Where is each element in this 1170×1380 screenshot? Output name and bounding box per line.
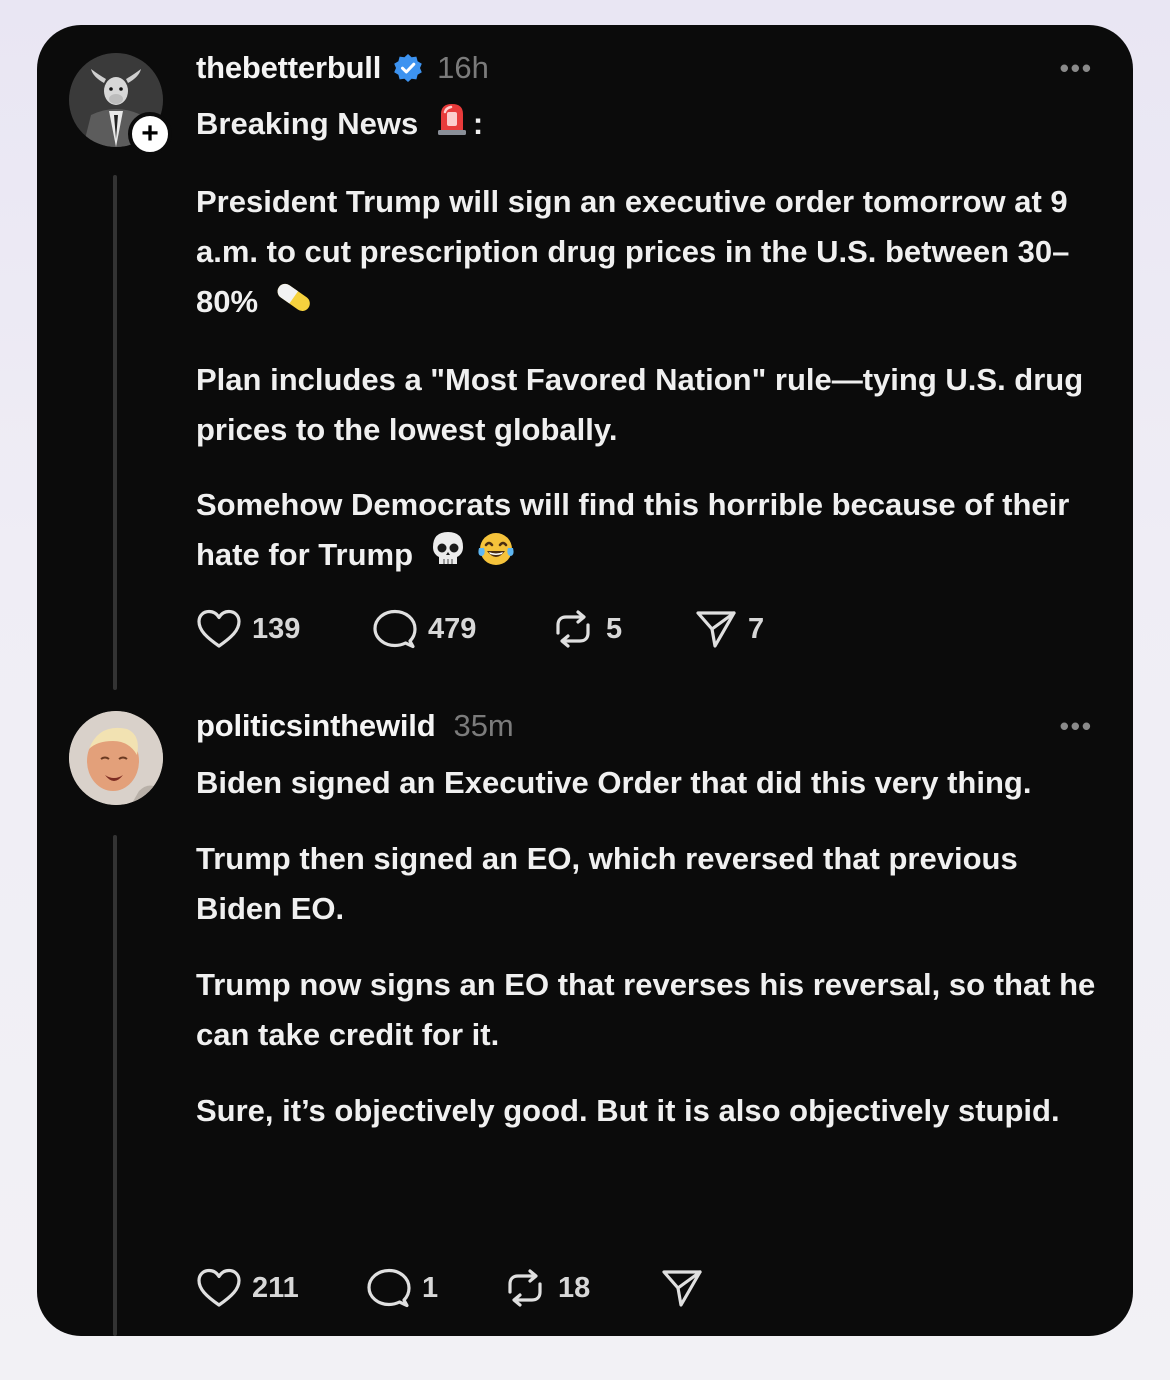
share-button[interactable] <box>660 1267 714 1309</box>
face-photo-avatar-icon <box>69 711 163 805</box>
verified-badge-icon <box>393 53 423 83</box>
send-paper-plane-icon <box>662 1270 702 1307</box>
reply-button[interactable]: 1 <box>366 1267 502 1309</box>
thread-line <box>113 175 117 690</box>
reply-button[interactable]: 479 <box>372 608 550 650</box>
post-actions: 139 479 5 7 <box>196 607 764 651</box>
reply-count: 1 <box>422 1271 439 1304</box>
avatar[interactable] <box>69 711 163 805</box>
repost-count: 5 <box>606 612 623 645</box>
paragraph: Somehow Democrats will find this horribl… <box>196 486 1070 572</box>
paragraph: President Trump will sign an executive o… <box>196 184 1070 320</box>
send-paper-plane-icon <box>696 611 736 648</box>
timestamp: 16h <box>437 50 489 85</box>
thread-card: + thebetterbull 16h ••• Breaking News: … <box>37 25 1133 1336</box>
repost-button[interactable]: 5 <box>550 609 694 649</box>
post-header: politicsinthewild 35m <box>196 704 514 748</box>
paragraph: Trump then signed an EO, which reversed … <box>196 841 1018 926</box>
paragraph: Trump now signs an EO that reverses his … <box>196 967 1096 1052</box>
post-body: Biden signed an Executive Order that did… <box>196 758 1106 1162</box>
reply-bubble-icon <box>373 609 417 649</box>
heading-suffix: : <box>472 106 484 141</box>
tears-of-joy-emoji-icon <box>476 530 516 583</box>
paragraph: Plan includes a "Most Favored Nation" ru… <box>196 361 1084 447</box>
post-heading: Breaking News <box>196 106 419 141</box>
heart-icon <box>197 609 241 648</box>
username[interactable]: politicsinthewild <box>196 708 436 744</box>
username[interactable]: thebetterbull <box>196 50 381 86</box>
timestamp: 35m <box>453 708 514 743</box>
repost-icon <box>508 1269 542 1307</box>
more-options-icon[interactable]: ••• <box>1060 53 1093 84</box>
like-count: 211 <box>252 1271 299 1304</box>
like-button[interactable]: 139 <box>196 609 372 649</box>
siren-emoji-icon <box>435 100 469 151</box>
reply-bubble-icon <box>367 1268 411 1308</box>
thread-line <box>113 835 117 1336</box>
post-actions: 211 1 18 <box>196 1266 714 1310</box>
paragraph: Biden signed an Executive Order that did… <box>196 765 1032 800</box>
skull-emoji-icon <box>430 530 466 583</box>
repost-count: 18 <box>558 1271 591 1304</box>
follow-plus-button[interactable]: + <box>128 112 172 156</box>
share-count: 7 <box>748 612 765 645</box>
like-button[interactable]: 211 <box>196 1268 366 1308</box>
reply-count: 479 <box>428 612 477 645</box>
pill-emoji-icon <box>273 279 315 330</box>
post-body: Breaking News : President Trump will sig… <box>196 99 1106 608</box>
post-header: thebetterbull 16h <box>196 46 489 90</box>
repost-button[interactable]: 18 <box>502 1268 660 1308</box>
like-count: 139 <box>252 612 301 645</box>
paragraph: Sure, it’s objectively good. But it is a… <box>196 1093 1060 1128</box>
repost-icon <box>556 610 590 648</box>
share-button[interactable]: 7 <box>694 608 764 650</box>
more-options-icon[interactable]: ••• <box>1060 711 1093 742</box>
heart-icon <box>197 1268 241 1307</box>
